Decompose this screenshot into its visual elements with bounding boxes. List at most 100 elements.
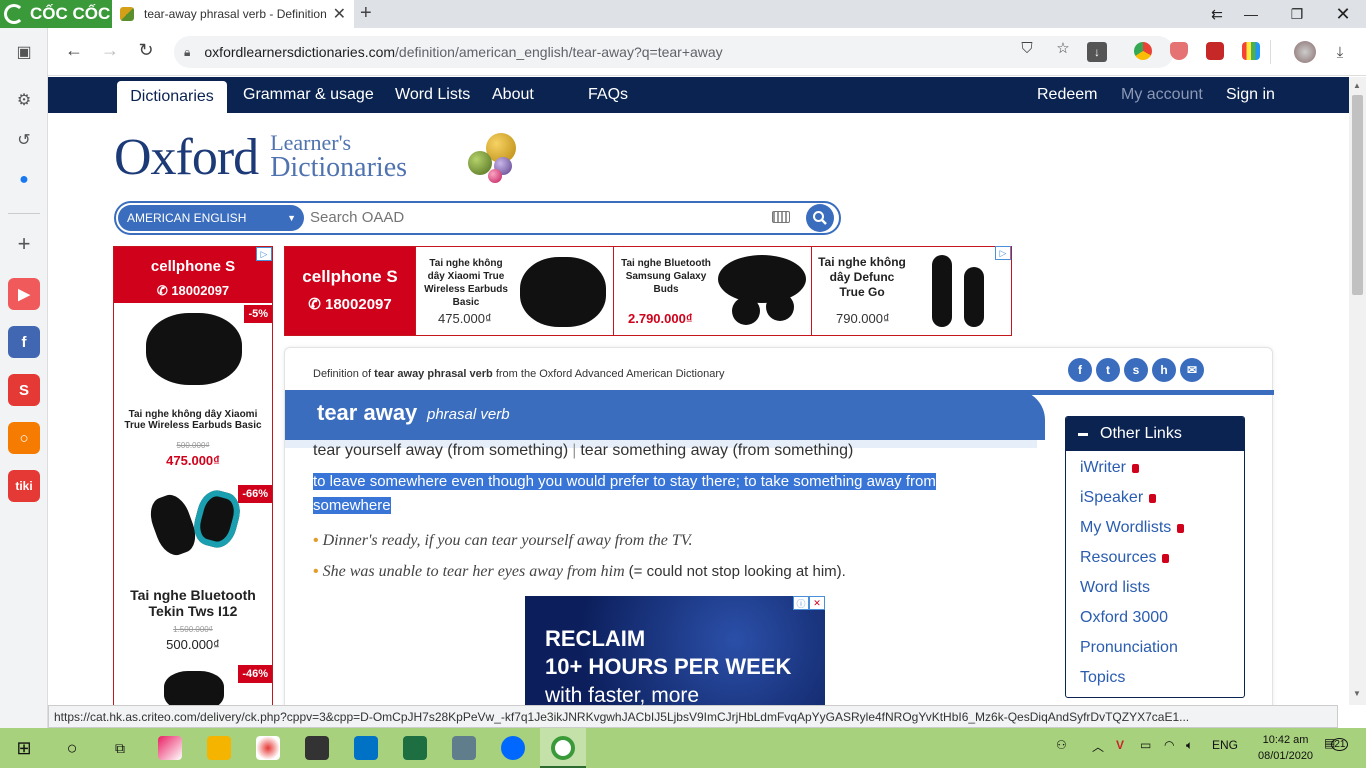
coccoc-taskbar-icon[interactable]: [551, 736, 575, 760]
adchoices-icon[interactable]: ⓘ: [793, 596, 809, 610]
history-icon[interactable]: ↺: [10, 126, 38, 154]
hatena-share-icon[interactable]: h: [1152, 358, 1176, 382]
browser-tab[interactable]: tear-away phrasal verb - Definition ✕: [112, 0, 354, 28]
link-resources[interactable]: Resources: [1080, 549, 1170, 567]
nav-redeem[interactable]: Redeem: [1037, 86, 1097, 104]
browser-brand[interactable]: CỐC CỐC: [0, 0, 112, 28]
keyboard-icon[interactable]: [772, 211, 790, 223]
red-extension-icon[interactable]: [1206, 42, 1224, 60]
people-icon[interactable]: ⚇: [1056, 738, 1067, 752]
download-icon[interactable]: ⤓: [1328, 40, 1352, 64]
nav-about[interactable]: About: [492, 86, 534, 104]
left-ad[interactable]: cellphone S ✆ 18002097 ▷ -5% Tai nghe kh…: [113, 246, 273, 705]
link-my-wordlists[interactable]: My Wordlists: [1080, 519, 1185, 537]
inline-ad[interactable]: RECLAIM 10+ HOURS PER WEEK with faster, …: [525, 596, 825, 705]
search-icon[interactable]: ○: [60, 736, 84, 760]
youtube-icon[interactable]: ▶: [8, 278, 40, 310]
avatar[interactable]: [1294, 41, 1316, 63]
scrollbar-thumb[interactable]: [1352, 95, 1363, 295]
logo-line1: Learner's: [270, 130, 352, 155]
app-icon[interactable]: [158, 736, 182, 760]
page-scrollbar[interactable]: ▲ ▼: [1349, 77, 1366, 705]
search-input[interactable]: [310, 209, 760, 226]
search-button[interactable]: [806, 204, 834, 232]
minimize-icon[interactable]: —: [1228, 0, 1274, 28]
scroll-down-icon[interactable]: ▼: [1353, 689, 1361, 698]
search-app-icon[interactable]: ○: [8, 422, 40, 454]
earbud-image: [932, 255, 952, 327]
link-topics[interactable]: Topics: [1080, 669, 1125, 687]
color-extension-icon[interactable]: [1242, 42, 1260, 60]
nav-dictionaries[interactable]: Dictionaries: [117, 81, 227, 113]
shield-icon[interactable]: ⛉: [1015, 36, 1039, 60]
tiki-icon[interactable]: tiki: [8, 470, 40, 502]
messenger-icon[interactable]: ●: [10, 166, 38, 194]
dictionary-select[interactable]: AMERICAN ENGLISH ▼: [118, 205, 304, 231]
other-links-header[interactable]: Other Links: [1066, 417, 1244, 451]
other-links-panel: Other Links iWriter iSpeaker My Wordlist…: [1065, 416, 1245, 698]
volume-icon[interactable]: 🔈︎: [1186, 738, 1193, 753]
task-view-icon[interactable]: ⧉: [108, 736, 132, 760]
nav-grammar[interactable]: Grammar & usage: [243, 86, 374, 104]
ad-price: 475.000₫: [438, 311, 492, 326]
adblock-extension-icon[interactable]: [1170, 42, 1188, 60]
clock[interactable]: 10:42 am 08/01/2020: [1258, 732, 1313, 764]
link-label: My Wordlists: [1080, 519, 1172, 536]
windows-start-icon[interactable]: ⊞: [12, 736, 36, 760]
reload-icon[interactable]: ↻: [134, 40, 158, 61]
link-word-lists[interactable]: Word lists: [1080, 579, 1150, 597]
zalo-icon[interactable]: [501, 736, 525, 760]
outlook-icon[interactable]: [354, 736, 378, 760]
nav-my-account[interactable]: My account: [1121, 86, 1203, 104]
shopee-icon[interactable]: S: [8, 374, 40, 406]
email-share-icon[interactable]: ✉: [1180, 358, 1204, 382]
maximize-icon[interactable]: ❐: [1274, 0, 1320, 28]
new-tab-icon[interactable]: +: [360, 2, 372, 25]
ad-product-name: Tai nghe không dây Defunc True Go: [818, 255, 906, 299]
nav-word-lists[interactable]: Word Lists: [395, 86, 470, 104]
definition-text[interactable]: to leave somewhere even though you would…: [313, 470, 975, 518]
wifi-icon[interactable]: ◠: [1164, 738, 1174, 752]
window-close-icon[interactable]: ✕: [1320, 0, 1366, 28]
headword: tear away: [317, 400, 418, 425]
top-ad[interactable]: cellphone S ✆ 18002097 Tai nghe không dâ…: [284, 246, 1012, 336]
chrome-extension-icon[interactable]: [1134, 42, 1152, 60]
add-app-icon[interactable]: +: [10, 230, 38, 258]
chevron-up-icon[interactable]: ︿: [1092, 738, 1104, 755]
link-oxford-3000[interactable]: Oxford 3000: [1080, 609, 1168, 627]
app-icon[interactable]: [452, 736, 476, 760]
settings-icon[interactable]: ⚙: [10, 86, 38, 114]
sidebar-toggle-icon[interactable]: ▣: [10, 38, 38, 66]
twitter-share-icon[interactable]: t: [1096, 358, 1120, 382]
definition-source: Definition of tear away phrasal verb fro…: [313, 368, 725, 380]
facebook-share-icon[interactable]: f: [1068, 358, 1092, 382]
scroll-up-icon[interactable]: ▲: [1353, 81, 1361, 90]
browser-tab-bar: CỐC CỐC tear-away phrasal verb - Definit…: [0, 0, 1366, 28]
link-iwriter[interactable]: iWriter: [1080, 459, 1139, 477]
forward-icon[interactable]: →: [98, 40, 122, 61]
link-ispeaker[interactable]: iSpeaker: [1080, 489, 1157, 507]
nav-faqs[interactable]: FAQs: [588, 86, 628, 104]
notification-icon[interactable]: ▤21: [1324, 736, 1349, 751]
battery-icon[interactable]: ▭: [1140, 738, 1151, 752]
file-explorer-icon[interactable]: [207, 736, 231, 760]
excel-icon[interactable]: [403, 736, 427, 760]
nav-sign-in[interactable]: Sign in: [1226, 86, 1275, 104]
facebook-icon[interactable]: f: [8, 326, 40, 358]
link-pronunciation[interactable]: Pronunciation: [1080, 639, 1178, 657]
close-ad-icon[interactable]: ✕: [809, 596, 825, 610]
adchoices-icon[interactable]: ▷: [995, 246, 1011, 260]
close-tab-icon[interactable]: ✕: [333, 4, 346, 24]
tray-app-icon[interactable]: V: [1116, 738, 1124, 752]
logo-balls-icon: [448, 131, 538, 191]
bookmark-star-icon[interactable]: ☆: [1051, 36, 1075, 60]
notes-icon[interactable]: [305, 736, 329, 760]
back-icon[interactable]: ←: [62, 40, 86, 61]
adchoices-icon[interactable]: ▷: [256, 247, 272, 261]
stumbleupon-share-icon[interactable]: s: [1124, 358, 1148, 382]
app-icon[interactable]: [256, 736, 280, 760]
lock-icon: [1149, 494, 1157, 503]
language-indicator[interactable]: ENG: [1212, 738, 1238, 752]
download-page-icon[interactable]: ↓: [1087, 42, 1107, 62]
site-logo[interactable]: Oxford Learner's Dictionaries: [114, 127, 407, 187]
